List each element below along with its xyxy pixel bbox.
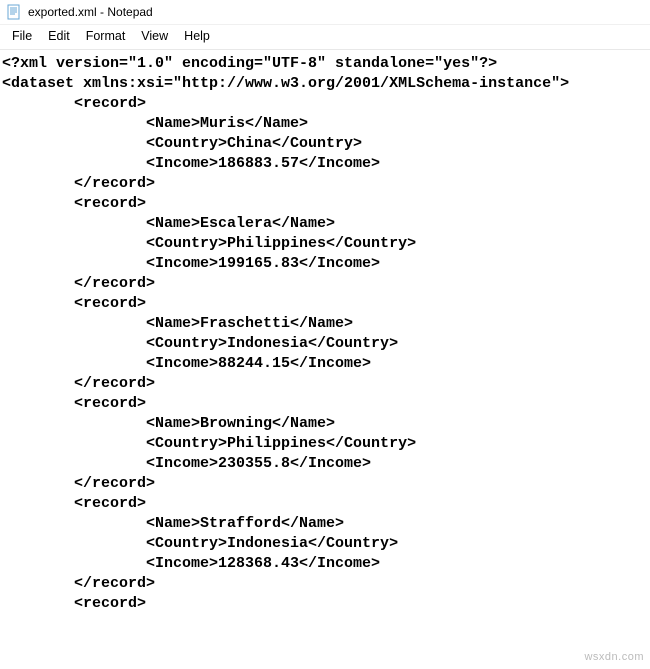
menu-help[interactable]: Help (176, 27, 218, 45)
window-title: exported.xml - Notepad (28, 5, 153, 19)
text-editor-area[interactable]: <?xml version="1.0" encoding="UTF-8" sta… (0, 50, 650, 618)
menu-format[interactable]: Format (78, 27, 134, 45)
menu-bar: File Edit Format View Help (0, 25, 650, 50)
title-bar: exported.xml - Notepad (0, 0, 650, 25)
menu-view[interactable]: View (133, 27, 176, 45)
menu-file[interactable]: File (4, 27, 40, 45)
notepad-icon (6, 4, 22, 20)
menu-edit[interactable]: Edit (40, 27, 78, 45)
watermark: wsxdn.com (584, 651, 644, 663)
